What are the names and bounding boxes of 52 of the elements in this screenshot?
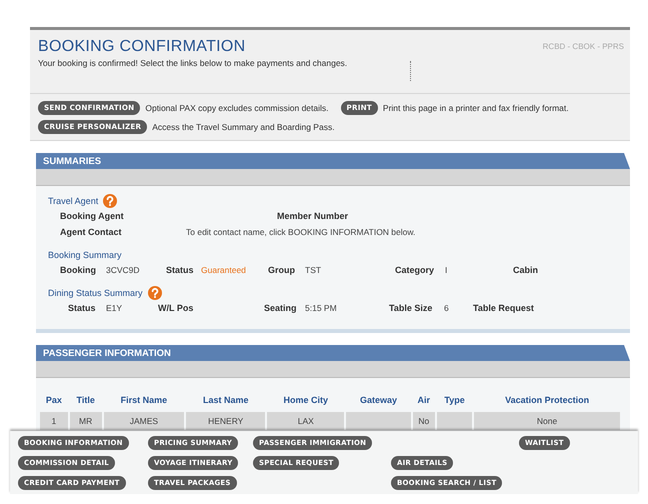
field-label: Member Number	[277, 211, 350, 221]
field-label: Agent Contact	[60, 227, 122, 237]
column-header: Title	[75, 394, 96, 407]
field-label: W/L Pos	[158, 303, 194, 313]
table-cell	[436, 412, 472, 430]
table-cell: JAMES	[104, 412, 184, 430]
column-header: First Name	[120, 394, 168, 407]
table-cell: HENERY	[186, 412, 266, 430]
action-description: Access the Travel Summary and Boarding Pass.	[152, 122, 335, 132]
contact-note: To edit contact name, click BOOKING INFORMATION below.	[186, 227, 416, 237]
section-title: PASSENGER INFORMATION	[43, 348, 171, 358]
column-header: Air	[416, 394, 432, 407]
column-header: Last Name	[202, 394, 250, 407]
column-header: Vacation Protection	[504, 394, 590, 407]
help-icon[interactable]	[148, 286, 162, 300]
field-value: 6	[444, 303, 450, 313]
section-heading: Travel Agent	[48, 196, 98, 206]
help-icon[interactable]	[103, 194, 118, 208]
field-value: E1Y	[106, 303, 124, 313]
page-title: BOOKING CONFIRMATION	[38, 38, 246, 56]
action-description: Print this page in a printer and fax friendly format.	[382, 102, 569, 112]
table-cell: 1	[40, 412, 68, 430]
table-cell: LAX	[267, 412, 344, 430]
confirmation-message: Your booking is confirmed! Select the links below to make payments and changes.	[38, 58, 348, 68]
column-header: Pax	[44, 394, 63, 407]
field-value: 5:15 PM	[305, 303, 338, 313]
field-value: Guaranteed	[201, 265, 247, 275]
section-title: SUMMARIES	[43, 156, 102, 166]
field-label: Cabin	[513, 265, 540, 275]
section-heading: Booking Summary	[48, 250, 122, 260]
field-label: Table Request	[473, 303, 535, 313]
field-label: Booking	[60, 265, 97, 275]
table-cell: No	[412, 412, 435, 430]
field-value: 3CVC9D	[106, 265, 141, 275]
column-header: Home City	[282, 394, 330, 407]
field-value: TST	[305, 265, 322, 275]
field-label: Seating	[264, 303, 298, 313]
field-value: I	[445, 265, 448, 275]
field-label: Status	[166, 265, 195, 275]
action-description: Optional PAX copy excludes commission details.	[145, 102, 329, 112]
field-label: Status	[68, 303, 97, 313]
column-header: Gateway	[358, 394, 398, 407]
page-codes: RCBD - CBOK - PPRS	[542, 42, 624, 51]
table-cell: None	[474, 412, 620, 430]
table-cell: MR	[70, 412, 102, 430]
section-heading: Dining Status Summary	[48, 288, 143, 298]
table-cell	[346, 412, 411, 430]
field-label: Table Size	[389, 303, 434, 313]
field-label: Booking Agent	[60, 211, 125, 221]
field-label: Category	[395, 265, 436, 275]
field-label: Group	[268, 265, 296, 275]
column-header: Type	[443, 394, 466, 407]
